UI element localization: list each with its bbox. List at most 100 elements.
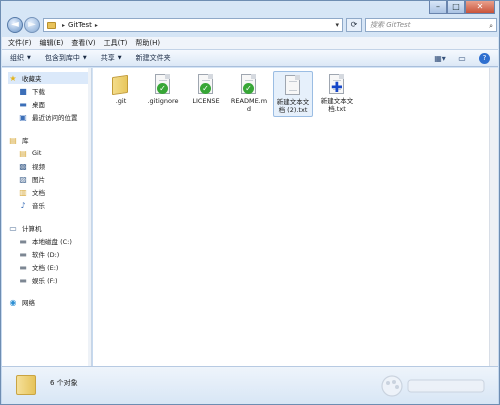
file-item[interactable]: ✚ 新建文本文档.txt (317, 71, 357, 117)
search-placeholder: 搜索 GitTest (370, 21, 411, 29)
file-item[interactable]: ✓ LICENSE (186, 71, 226, 117)
file-name: .gitignore (147, 97, 179, 105)
menu-bar: 文件(F) 编辑(E) 查看(V) 工具(T) 帮助(H) (2, 37, 498, 49)
file-list: .git ✓ .gitignore ✓ LICENSE ✓ README.md (93, 68, 489, 366)
document-icon: ✓ (240, 74, 258, 96)
nav-downloads-label: 下载 (32, 88, 45, 96)
download-folder-icon: ■ (19, 86, 27, 96)
computer-icon: ▭ (9, 223, 17, 233)
nav-computer[interactable]: ▭ 计算机 (8, 222, 42, 234)
menu-file[interactable]: 文件(F) (8, 38, 32, 48)
organize-label: 组织 (10, 54, 24, 62)
back-button[interactable]: ◄ (7, 17, 23, 33)
watermark-logo (381, 375, 485, 397)
nav-drive-c-label: 本地磁盘 (C:) (32, 238, 72, 246)
file-name: README.md (230, 97, 268, 113)
command-bar: 组织 ▼ 包含到库中 ▼ 共享 ▼ 新建文件夹 ▦▾ ▭ ? (2, 49, 498, 67)
folder-icon: ▤ (19, 148, 27, 158)
search-icon[interactable]: ⌕ (489, 20, 493, 32)
toolbar-right: ▦▾ ▭ ? (425, 53, 490, 64)
share-label: 共享 (100, 54, 115, 62)
library-icon: ▤ (9, 135, 17, 145)
content-scrollbar[interactable] (489, 68, 498, 366)
nav-drive-d[interactable]: ▬ 软件 (D:) (18, 248, 59, 260)
navigation-pane: ★ 收藏夹 ■ 下载 ▬ 桌面 ▣ 最近访问的位置 ▤ 库 ▤ Git ▩ 视频… (2, 68, 92, 366)
views-icon[interactable]: ▦▾ (433, 53, 447, 64)
folder-icon (47, 21, 56, 29)
close-button[interactable]: ✕ (465, 1, 495, 14)
refresh-icon: ⟳ (350, 20, 358, 29)
check-overlay-icon: ✓ (157, 83, 168, 94)
minimize-button[interactable]: – (429, 1, 447, 14)
item-count: 6 个对象 (50, 379, 78, 387)
video-library-icon: ▩ (19, 161, 27, 171)
include-label: 包含到库中 (44, 54, 80, 62)
nav-favorites[interactable]: ★ 收藏夹 (8, 72, 90, 84)
document-icon (284, 75, 302, 97)
file-item[interactable]: .git (101, 71, 141, 117)
nav-recent-places[interactable]: ▣ 最近访问的位置 (18, 111, 78, 123)
folder-icon (112, 74, 130, 96)
nav-drive-f-label: 娱乐 (F:) (32, 277, 58, 285)
nav-desktop[interactable]: ▬ 桌面 (18, 98, 45, 110)
file-name: 新建文本文档.txt (320, 97, 354, 113)
nav-libraries[interactable]: ▤ 库 (8, 134, 28, 146)
window-controls: – □ ✕ (429, 1, 495, 15)
maximize-button[interactable]: □ (447, 1, 465, 14)
nav-network[interactable]: ◉ 网络 (8, 296, 36, 308)
nav-downloads[interactable]: ■ 下载 (18, 85, 45, 97)
file-name: LICENSE (192, 97, 220, 105)
document-icon: ✚ (328, 74, 346, 96)
forward-button[interactable]: ► (24, 17, 40, 33)
breadcrumb-current[interactable]: GitTest (68, 21, 92, 29)
include-in-library-button[interactable]: 包含到库中 ▼ (45, 53, 87, 63)
organize-button[interactable]: 组织 ▼ (10, 53, 31, 63)
drive-icon: ▬ (19, 236, 27, 246)
chevron-down-icon: ▼ (117, 55, 122, 61)
nav-recent-label: 最近访问的位置 (32, 114, 78, 122)
file-item[interactable]: ✓ .gitignore (143, 71, 183, 117)
file-name: .git (115, 97, 127, 105)
menu-help[interactable]: 帮助(H) (135, 38, 160, 48)
nav-library-music[interactable]: ♪ 音乐 (18, 199, 45, 211)
breadcrumb-separator-icon[interactable]: ▸ (95, 22, 98, 29)
menu-edit[interactable]: 编辑(E) (40, 38, 64, 48)
folder-icon (16, 375, 36, 395)
menu-tools[interactable]: 工具(T) (104, 38, 128, 48)
recent-places-icon: ▣ (19, 112, 27, 122)
nav-git-label: Git (32, 149, 42, 157)
address-bar[interactable]: ▸ GitTest ▸ ▾ (43, 18, 343, 32)
file-item[interactable]: ✓ README.md (229, 71, 269, 117)
document-icon: ✓ (154, 74, 172, 96)
address-dropdown-icon[interactable]: ▾ (335, 21, 339, 29)
nav-library-videos[interactable]: ▩ 视频 (18, 160, 45, 172)
refresh-button[interactable]: ⟳ (346, 18, 362, 32)
breadcrumb-separator-icon[interactable]: ▸ (62, 22, 65, 29)
menu-view[interactable]: 查看(V) (71, 38, 95, 48)
arrow-left-icon: ◄ (11, 19, 19, 30)
nav-drive-e[interactable]: ▬ 文档 (E:) (18, 261, 58, 273)
nav-computer-label: 计算机 (22, 225, 42, 233)
file-item-selected[interactable]: 新建文本文档 (2).txt (273, 71, 313, 117)
search-input[interactable]: 搜索 GitTest ⌕ (365, 18, 497, 32)
preview-pane-icon[interactable]: ▭ (455, 53, 469, 64)
drive-icon: ▬ (19, 262, 27, 272)
navigation-scrollbar[interactable] (88, 68, 91, 366)
nav-library-pictures[interactable]: ▨ 图片 (18, 173, 45, 185)
nav-network-label: 网络 (22, 299, 35, 307)
details-pane: 6 个对象 (2, 366, 498, 404)
nav-desktop-label: 桌面 (32, 101, 45, 109)
nav-library-documents[interactable]: ▥ 文档 (18, 186, 45, 198)
nav-videos-label: 视频 (32, 163, 45, 171)
nav-library-git[interactable]: ▤ Git (18, 147, 41, 159)
nav-documents-label: 文档 (32, 189, 45, 197)
document-icon: ✓ (197, 74, 215, 96)
help-icon[interactable]: ? (479, 53, 490, 64)
nav-drive-c[interactable]: ▬ 本地磁盘 (C:) (18, 235, 72, 247)
chevron-down-icon: ▼ (27, 55, 31, 61)
new-folder-button[interactable]: 新建文件夹 (136, 53, 171, 63)
share-button[interactable]: 共享 ▼ (101, 53, 122, 63)
nav-drive-e-label: 文档 (E:) (32, 264, 59, 272)
nav-drive-d-label: 软件 (D:) (32, 251, 60, 259)
nav-drive-f[interactable]: ▬ 娱乐 (F:) (18, 274, 58, 286)
